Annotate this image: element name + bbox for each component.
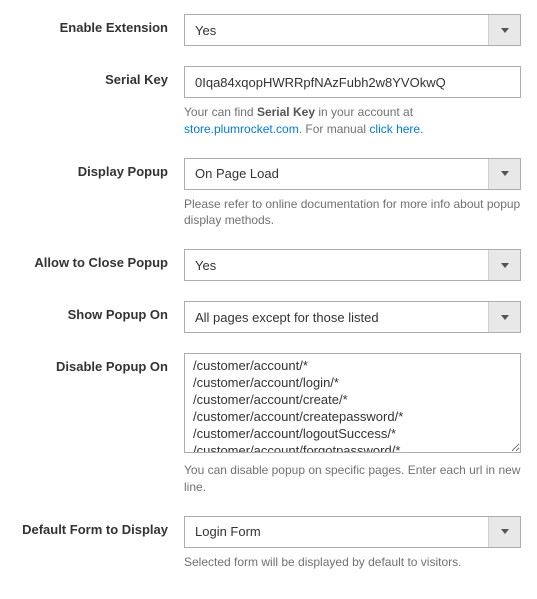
display-popup-label: Display Popup <box>10 158 184 179</box>
select-value: Yes <box>185 23 488 38</box>
disable-popup-on-textarea[interactable] <box>184 353 521 453</box>
manual-link[interactable]: click here <box>369 122 420 136</box>
chevron-down-icon <box>488 302 520 332</box>
display-popup-note: Please refer to online documentation for… <box>184 196 521 230</box>
default-form-select[interactable]: Login Form <box>184 516 521 548</box>
chevron-down-icon <box>488 517 520 547</box>
allow-close-select[interactable]: Yes <box>184 249 521 281</box>
chevron-down-icon <box>488 15 520 45</box>
enable-extension-select[interactable]: Yes <box>184 14 521 46</box>
default-form-note: Selected form will be displayed by defau… <box>184 554 521 571</box>
show-popup-on-label: Show Popup On <box>10 301 184 322</box>
serial-key-note: Your can find Serial Key in your account… <box>184 104 521 138</box>
enable-extension-label: Enable Extension <box>10 14 184 35</box>
disable-popup-on-note: You can disable popup on specific pages.… <box>184 462 521 496</box>
default-form-label: Default Form to Display <box>10 516 184 537</box>
allow-close-label: Allow to Close Popup <box>10 249 184 270</box>
select-value: Login Form <box>185 524 488 539</box>
select-value: Yes <box>185 258 488 273</box>
display-popup-select[interactable]: On Page Load <box>184 158 521 190</box>
show-popup-on-select[interactable]: All pages except for those listed <box>184 301 521 333</box>
disable-popup-on-label: Disable Popup On <box>10 353 184 374</box>
chevron-down-icon <box>488 250 520 280</box>
select-value: All pages except for those listed <box>185 310 488 325</box>
serial-key-input[interactable] <box>184 66 521 98</box>
select-value: On Page Load <box>185 166 488 181</box>
serial-key-label: Serial Key <box>10 66 184 87</box>
store-link[interactable]: store.plumrocket.com <box>184 122 299 136</box>
chevron-down-icon <box>488 159 520 189</box>
